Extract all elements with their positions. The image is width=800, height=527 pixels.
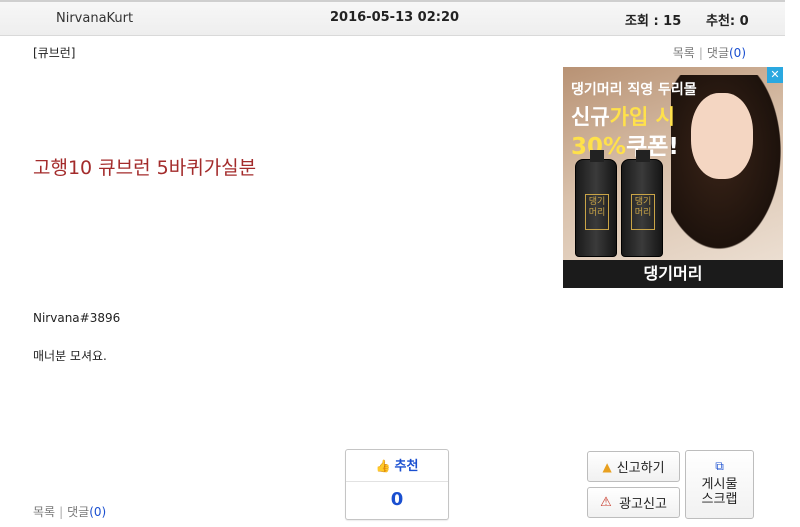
scrap-label-1: 게시물 — [701, 477, 738, 492]
model-face — [691, 93, 753, 179]
scrap-button[interactable]: ⧉ 게시물 스크랩 — [685, 450, 754, 519]
post-body-line: Nirvana#3896 — [33, 311, 121, 325]
recommend-count-header: 추천: 0 — [706, 14, 749, 29]
post-info-bar: NirvanaKurt 2016-05-13 02:20 조회 : 15 추천:… — [0, 0, 785, 36]
comment-count: (0) — [729, 46, 746, 60]
post-category: [큐브런] — [33, 46, 76, 60]
list-link[interactable]: 목록 — [673, 46, 695, 60]
ad-line-2b: 가입 시 — [609, 105, 675, 129]
top-links: 목록 | 댓글(0) — [673, 44, 746, 61]
post-title: 고행10 큐브런 5바퀴가실분 — [33, 157, 257, 179]
author-name[interactable]: NirvanaKurt — [56, 11, 133, 26]
post-body-line: 매너분 모셔요. — [33, 349, 107, 363]
shampoo-bottle-image: 댕기 머리 — [575, 150, 617, 257]
scrap-label-2: 스크랩 — [701, 492, 738, 507]
recommend-label: 추천 — [394, 459, 419, 474]
ad-line-3b: 쿠폰! — [626, 134, 679, 160]
thumbs-up-icon: 👍 — [375, 459, 391, 473]
bottle-label: 댕기 머리 — [585, 194, 609, 230]
recommend-header: 👍 추천 — [346, 450, 448, 482]
ad-report-button[interactable]: ⚠ 광고신고 — [587, 487, 680, 518]
comment-link[interactable]: 댓글(0) — [67, 505, 106, 519]
comment-link-label: 댓글 — [67, 505, 90, 519]
separator: | — [698, 46, 703, 60]
list-link[interactable]: 목록 — [33, 505, 55, 519]
comment-link-label: 댓글 — [706, 46, 729, 60]
warning-icon: ⚠ — [600, 495, 612, 510]
scrap-icon: ⧉ — [715, 459, 724, 473]
ad-line-1: 댕기머리 직영 두리몰 — [571, 82, 697, 98]
recommend-button[interactable]: 👍 추천 0 — [345, 449, 449, 520]
shampoo-bottle-image: 댕기 머리 — [621, 150, 663, 257]
recommend-count: 0 — [390, 489, 404, 510]
bottle-label: 댕기 머리 — [631, 194, 655, 230]
ad-banner[interactable]: ✕ 댕기머리 직영 두리몰 신규가입 시 30%쿠폰! 댕기머리 댕기머리 댕기… — [563, 67, 783, 288]
comment-link[interactable]: 댓글(0) — [707, 46, 746, 60]
view-count: 조회 : 15 — [625, 14, 682, 29]
separator: | — [59, 505, 64, 519]
ad-report-label: 광고신고 — [619, 497, 667, 512]
report-button[interactable]: ▲ 신고하기 — [587, 451, 680, 482]
bottom-links: 목록 | 댓글(0) — [33, 503, 106, 520]
comment-count: (0) — [89, 505, 107, 519]
bottle-cap — [590, 150, 604, 162]
bottle-cap — [636, 150, 650, 162]
ad-brand-name: 댕기머리 — [563, 260, 783, 288]
report-label: 신고하기 — [616, 461, 665, 476]
ad-line-3: 30%쿠폰! — [571, 127, 679, 161]
siren-icon: ▲ — [602, 459, 612, 474]
post-datetime: 2016-05-13 02:20 — [330, 10, 460, 25]
ad-line-2a: 신규 — [571, 105, 610, 129]
